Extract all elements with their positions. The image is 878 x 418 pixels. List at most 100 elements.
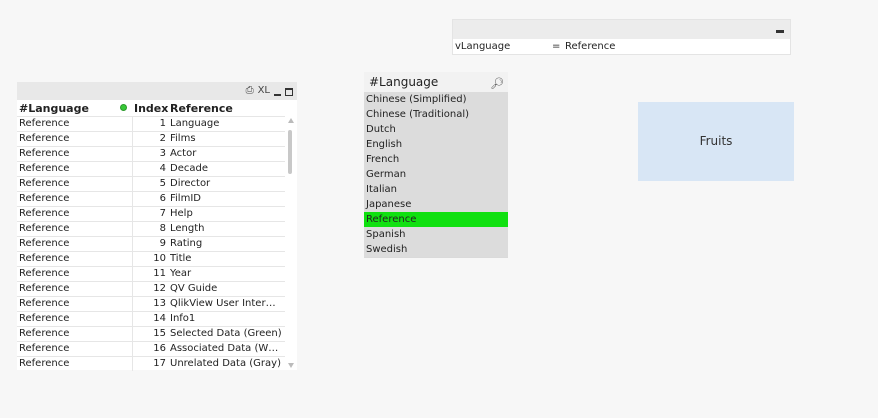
cell-reference[interactable]: Rating [170, 237, 283, 251]
column-header-language[interactable]: #Language [19, 102, 89, 115]
cell-language[interactable]: Reference [19, 222, 69, 236]
table-row[interactable]: Reference 11 Year [17, 266, 285, 281]
table-row[interactable]: Reference 4 Decade [17, 161, 285, 176]
maximize-icon[interactable] [285, 88, 293, 96]
listbox-item[interactable]: Chinese (Simplified) [364, 92, 508, 107]
cell-index[interactable]: 7 [132, 206, 166, 221]
column-header-index[interactable]: Index [134, 102, 168, 115]
table-row[interactable]: Reference 6 FilmID [17, 191, 285, 206]
table-row[interactable]: Reference 8 Length [17, 221, 285, 236]
listbox-item[interactable]: Italian [364, 182, 508, 197]
column-header-reference[interactable]: Reference [170, 102, 233, 115]
cell-index[interactable]: 12 [132, 281, 166, 296]
cell-index[interactable]: 4 [132, 161, 166, 176]
vertical-scrollbar[interactable] [285, 116, 297, 370]
cell-index[interactable]: 10 [132, 251, 166, 266]
cell-reference[interactable]: Associated Data (W… [170, 342, 283, 356]
table-row[interactable]: Reference 5 Director [17, 176, 285, 191]
search-icon[interactable]: 🔎︎ [490, 74, 504, 94]
cell-index[interactable]: 13 [132, 296, 166, 311]
cell-index[interactable]: 14 [132, 311, 166, 326]
cell-reference[interactable]: Films [170, 132, 283, 146]
table-row[interactable]: Reference 9 Rating [17, 236, 285, 251]
language-listbox: #Language 🔎︎ Chinese (Simplified) Chinese… [364, 72, 508, 258]
table-row[interactable]: Reference 10 Title [17, 251, 285, 266]
cell-language[interactable]: Reference [19, 177, 69, 191]
cell-language[interactable]: Reference [19, 117, 69, 131]
cell-reference[interactable]: FilmID [170, 192, 283, 206]
cell-reference[interactable]: Actor [170, 147, 283, 161]
cell-index[interactable]: 11 [132, 266, 166, 281]
cell-reference[interactable]: Length [170, 222, 283, 236]
table-row[interactable]: Reference 14 Info1 [17, 311, 285, 326]
cell-index[interactable]: 5 [132, 176, 166, 191]
table-row[interactable]: Reference 17 Unrelated Data (Gray) [17, 356, 285, 371]
cell-index[interactable]: 2 [132, 131, 166, 146]
listbox-item[interactable]: Swedish [364, 242, 508, 257]
cell-index[interactable]: 17 [132, 356, 166, 371]
cell-reference[interactable]: Help [170, 207, 283, 221]
cell-reference[interactable]: QlikView User Inter… [170, 297, 283, 311]
cell-reference[interactable]: Info1 [170, 312, 283, 326]
listbox-item[interactable]: Spanish [364, 227, 508, 242]
cell-language[interactable]: Reference [19, 327, 69, 341]
listbox-item[interactable]: Chinese (Traditional) [364, 107, 508, 122]
excel-icon[interactable]: XL [258, 84, 270, 98]
scroll-thumb[interactable] [288, 130, 292, 174]
table-row[interactable]: Reference 15 Selected Data (Green) [17, 326, 285, 341]
listbox-caption: #Language 🔎︎ [364, 72, 508, 92]
cell-reference[interactable]: Decade [170, 162, 283, 176]
cell-index[interactable]: 1 [132, 116, 166, 131]
cell-index[interactable]: 8 [132, 221, 166, 236]
scroll-down-icon[interactable] [288, 363, 294, 368]
cell-reference[interactable]: Year [170, 267, 283, 281]
listbox-item[interactable]: German [364, 167, 508, 182]
cell-language[interactable]: Reference [19, 312, 69, 326]
minimize-icon[interactable] [274, 94, 281, 96]
cell-language[interactable]: Reference [19, 357, 69, 371]
listbox-item[interactable]: Japanese [364, 197, 508, 212]
table-header: #Language Index Reference [17, 100, 285, 116]
cell-language[interactable]: Reference [19, 237, 69, 251]
fruits-button[interactable]: Fruits [638, 102, 794, 181]
scroll-up-icon[interactable] [288, 118, 294, 123]
cell-reference[interactable]: Language [170, 117, 283, 131]
cell-language[interactable]: Reference [19, 267, 69, 281]
cell-reference[interactable]: Title [170, 252, 283, 266]
listbox-item[interactable]: French [364, 152, 508, 167]
table-row[interactable]: Reference 1 Language [17, 116, 285, 131]
variable-equals: = [552, 41, 561, 52]
cell-reference[interactable]: Unrelated Data (Gray) [170, 357, 283, 371]
table-row[interactable]: Reference 12 QV Guide [17, 281, 285, 296]
cell-index[interactable]: 15 [132, 326, 166, 341]
minimize-icon[interactable] [776, 30, 784, 33]
cell-reference[interactable]: QV Guide [170, 282, 283, 296]
cell-language[interactable]: Reference [19, 207, 69, 221]
cell-language[interactable]: Reference [19, 282, 69, 296]
cell-index[interactable]: 3 [132, 146, 166, 161]
table-row[interactable]: Reference 2 Films [17, 131, 285, 146]
cell-index[interactable]: 16 [132, 341, 166, 356]
table-row[interactable]: Reference 16 Associated Data (W… [17, 341, 285, 356]
listbox-item[interactable]: English [364, 137, 508, 152]
cell-language[interactable]: Reference [19, 147, 69, 161]
cell-index[interactable]: 6 [132, 191, 166, 206]
listbox-item[interactable]: Dutch [364, 122, 508, 137]
cell-language[interactable]: Reference [19, 192, 69, 206]
cell-language[interactable]: Reference [19, 162, 69, 176]
table-row[interactable]: Reference 7 Help [17, 206, 285, 221]
cell-reference[interactable]: Director [170, 177, 283, 191]
listbox-item[interactable]: Reference [364, 212, 508, 227]
cell-reference[interactable]: Selected Data (Green) [170, 327, 283, 341]
table-row[interactable]: Reference 13 QlikView User Inter… [17, 296, 285, 311]
table-row[interactable]: Reference 3 Actor [17, 146, 285, 161]
variable-value[interactable]: Reference [565, 40, 615, 54]
variable-row: vLanguage = Reference [455, 40, 788, 54]
cell-language[interactable]: Reference [19, 342, 69, 356]
cell-language[interactable]: Reference [19, 132, 69, 146]
cell-index[interactable]: 9 [132, 236, 166, 251]
cell-language[interactable]: Reference [19, 297, 69, 311]
print-icon[interactable]: ⎙ [246, 84, 254, 98]
variable-box-caption [453, 20, 790, 39]
cell-language[interactable]: Reference [19, 252, 69, 266]
